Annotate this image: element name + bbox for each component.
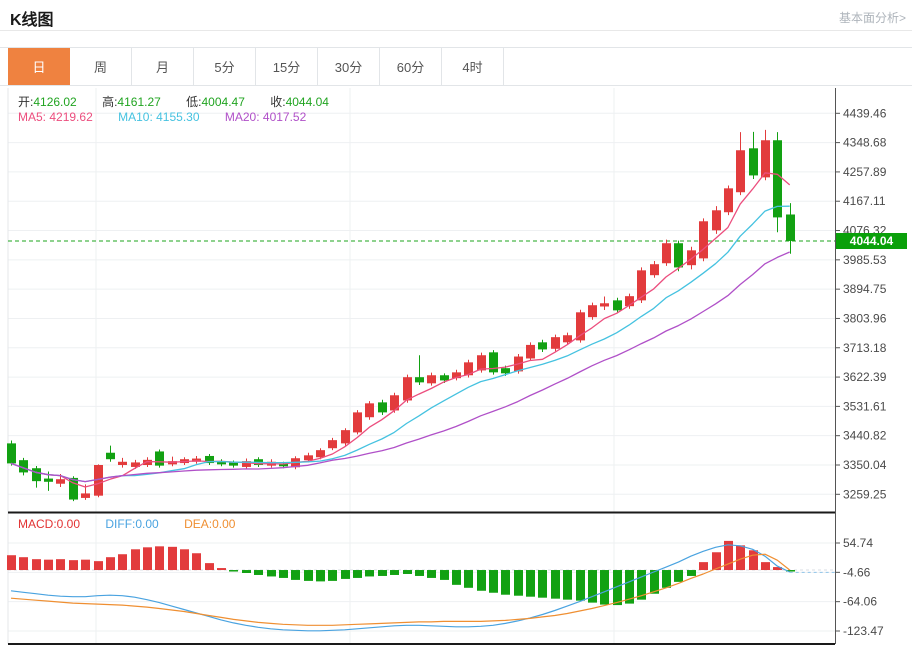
- y-axis-labels: 4439.464348.684257.894167.114076.323985.…: [835, 106, 887, 638]
- ma20-line: [10, 251, 790, 483]
- svg-text:54.74: 54.74: [843, 536, 873, 550]
- low-label: 低:: [186, 95, 202, 109]
- ma20-value: 4017.52: [262, 110, 307, 124]
- ma20-label: MA20:: [224, 110, 260, 124]
- svg-text:3350.04: 3350.04: [843, 458, 887, 472]
- svg-text:3713.18: 3713.18: [843, 341, 887, 355]
- macd-label: MACD:: [18, 517, 57, 531]
- ma5-value: 4219.62: [49, 110, 93, 124]
- open-value: 4126.02: [33, 95, 77, 109]
- svg-text:3803.96: 3803.96: [843, 311, 887, 325]
- open-label: 开:: [18, 95, 34, 109]
- svg-text:3894.75: 3894.75: [843, 282, 887, 296]
- svg-text:3531.61: 3531.61: [843, 399, 887, 413]
- ma10-value: 4155.30: [156, 110, 200, 124]
- high-label: 高:: [102, 95, 118, 109]
- ma10-line: [10, 205, 790, 483]
- close-label: 收:: [270, 95, 286, 109]
- low-value: 4004.47: [201, 95, 245, 109]
- dea-value: 0.00: [212, 517, 236, 531]
- diff-line: [10, 544, 790, 632]
- svg-text:3985.53: 3985.53: [843, 253, 887, 267]
- ma5-label: MA5:: [18, 110, 47, 124]
- macd-legend: MACD:0.00 DIFF:0.00 DEA:0.00: [18, 517, 257, 531]
- close-value: 4044.04: [285, 95, 329, 109]
- svg-text:4439.46: 4439.46: [843, 106, 887, 120]
- ma-legend: MA5: 4219.62 MA10: 4155.30 MA20: 4017.52: [18, 110, 328, 124]
- macd-value: 0.00: [56, 517, 81, 531]
- svg-text:4257.89: 4257.89: [843, 165, 887, 179]
- svg-text:3622.39: 3622.39: [843, 370, 887, 384]
- svg-text:3259.25: 3259.25: [843, 487, 887, 501]
- svg-text:4167.11: 4167.11: [843, 194, 886, 208]
- ma5-line: [10, 172, 791, 488]
- svg-text:4348.68: 4348.68: [843, 136, 887, 150]
- svg-text:-64.06: -64.06: [843, 595, 877, 609]
- kline-page: K线图 基本面分析> 日 周 月 5分 15分 30分 60分 4时 4439.…: [0, 0, 912, 647]
- ohlc-row: 开:4126.02 高:4161.27 低:4004.47 收:4044.04: [18, 93, 351, 110]
- svg-text:-4.66: -4.66: [843, 565, 871, 579]
- diff-value: 0.00: [135, 517, 159, 531]
- ma10-label: MA10:: [118, 110, 153, 124]
- svg-text:3440.82: 3440.82: [843, 429, 887, 443]
- svg-text:-123.47: -123.47: [843, 624, 884, 638]
- dea-label: DEA:: [184, 517, 213, 531]
- high-value: 4161.27: [117, 95, 161, 109]
- diff-label: DIFF:: [105, 517, 136, 531]
- current-price-badge: 4044.04: [836, 232, 907, 249]
